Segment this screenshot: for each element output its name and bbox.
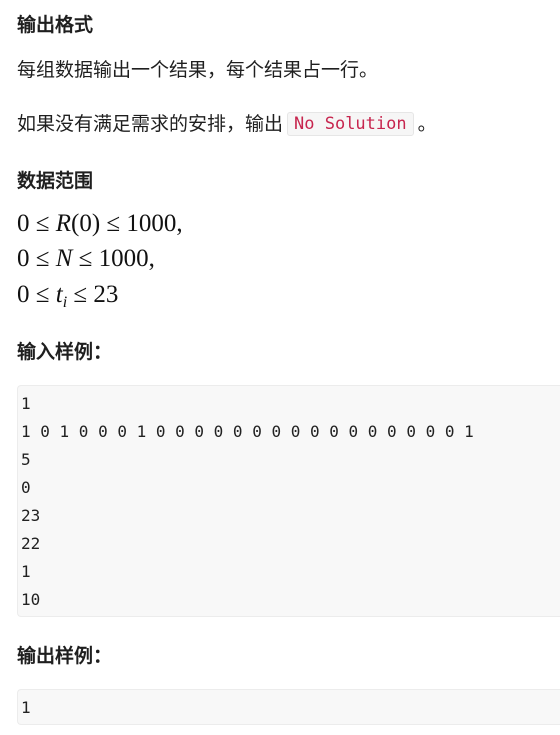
constraint-t-right: ≤ 23	[67, 281, 119, 308]
constraint-r-right: (0) ≤ 1000,	[71, 210, 183, 237]
no-solution-code: No Solution	[287, 112, 414, 136]
output-format-heading: 输出格式	[17, 14, 94, 36]
constraint-r-left: 0 ≤	[17, 210, 56, 237]
constraint-n-var: N	[55, 245, 73, 272]
input-sample-block[interactable]: 1 1 0 1 0 0 0 1 0 0 0 0 0 0 0 0 0 0 0 0 …	[17, 385, 560, 617]
output-line: 1	[21, 698, 31, 717]
output-sample-block[interactable]: 1	[17, 689, 560, 725]
input-line: 0	[21, 478, 31, 497]
constraint-n: 0 ≤ N ≤ 1000,	[17, 244, 155, 274]
input-line: 22	[21, 534, 41, 553]
input-line: 1	[21, 562, 31, 581]
output-format-line-2-text: 如果没有满足需求的安排，输出	[17, 113, 284, 135]
constraint-t: 0 ≤ ti ≤ 23	[17, 280, 119, 311]
output-format-line-2: 如果没有满足需求的安排，输出 No Solution。	[17, 111, 437, 137]
constraint-r: 0 ≤ R(0) ≤ 1000,	[17, 209, 183, 239]
constraint-r-var: R	[55, 210, 72, 237]
input-line: 10	[21, 590, 41, 609]
output-format-line-2-end: 。	[417, 113, 437, 135]
input-line: 23	[21, 506, 41, 525]
constraint-t-left: 0 ≤	[17, 281, 56, 308]
output-format-line-1: 每组数据输出一个结果，每个结果占一行。	[17, 59, 379, 81]
input-line: 1 0 1 0 0 0 1 0 0 0 0 0 0 0 0 0 0 0 0 0 …	[21, 422, 474, 441]
input-line: 5	[21, 450, 31, 469]
data-range-heading: 数据范围	[17, 170, 94, 192]
output-sample-heading: 输出样例：	[17, 645, 113, 667]
constraint-n-right: ≤ 1000,	[72, 245, 155, 272]
constraint-t-var: t	[55, 281, 63, 308]
input-line: 1	[21, 394, 31, 413]
input-sample-heading: 输入样例：	[17, 341, 113, 363]
constraint-n-left: 0 ≤	[17, 245, 56, 272]
